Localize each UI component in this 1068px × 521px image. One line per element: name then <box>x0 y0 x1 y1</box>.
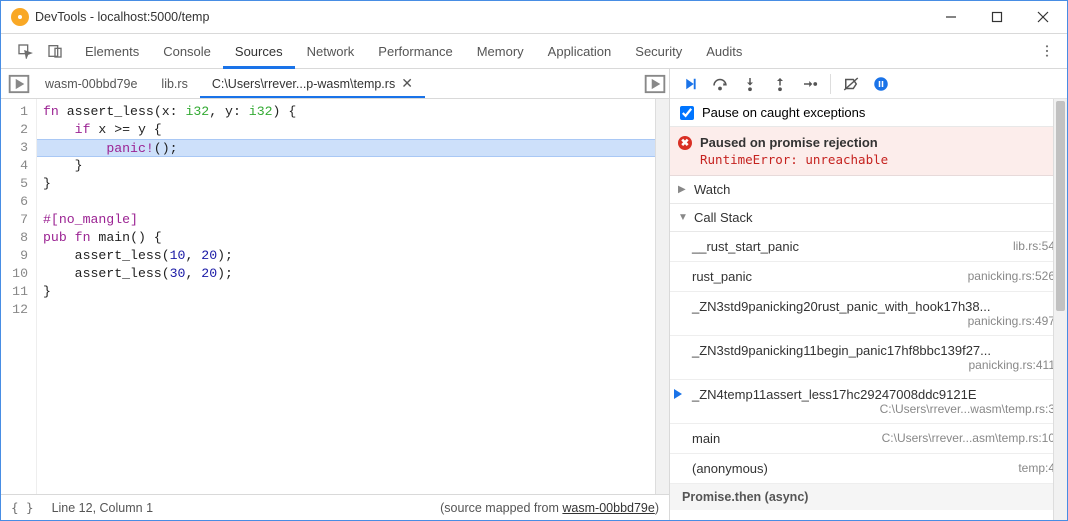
code-line[interactable]: } <box>43 175 655 193</box>
source-file-tabs: wasm-00bbd79e lib.rs C:\Users\rrever...p-w… <box>1 69 669 99</box>
error-icon: ✖ <box>678 136 692 150</box>
code-line[interactable]: #[no_mangle] <box>43 211 655 229</box>
frame-location: panicking.rs:526 <box>960 269 1055 283</box>
code-line[interactable]: } <box>43 157 655 175</box>
tab-console[interactable]: Console <box>151 33 223 69</box>
tab-sources[interactable]: Sources <box>223 33 295 69</box>
frame-function: (anonymous) <box>692 461 960 476</box>
callstack-label: Call Stack <box>694 210 753 225</box>
navigator-toggle-icon[interactable] <box>5 70 33 98</box>
code-line[interactable]: if x >= y { <box>43 121 655 139</box>
code-line[interactable]: panic!(); <box>37 139 665 157</box>
code-line[interactable]: assert_less(10, 20); <box>43 247 655 265</box>
deactivate-breakpoints-button[interactable] <box>837 70 865 98</box>
source-tab[interactable]: C:\Users\rrever...p-wasm\temp.rs ✕ <box>200 69 425 98</box>
frame-function: main <box>692 431 882 446</box>
chevron-down-icon: ▼ <box>678 212 690 223</box>
step-into-button[interactable] <box>736 70 764 98</box>
source-tab-label: lib.rs <box>161 77 187 91</box>
frame-location: lib.rs:54 <box>960 239 1055 253</box>
step-over-button[interactable] <box>706 70 734 98</box>
step-out-button[interactable] <box>766 70 794 98</box>
call-stack-frame[interactable]: (anonymous)temp:4 <box>670 454 1067 484</box>
source-tab[interactable]: wasm-00bbd79e <box>33 69 149 98</box>
frame-function: __rust_start_panic <box>692 239 960 254</box>
chevron-right-icon: ▶ <box>678 184 690 195</box>
frame-function: _ZN3std9panicking20rust_panic_with_hook1… <box>692 299 996 314</box>
source-map-label: (source mapped from wasm-00bbd79e) <box>440 501 659 515</box>
device-toggle-icon[interactable] <box>41 37 69 65</box>
call-stack-frame[interactable]: _ZN3std9panicking11begin_panic17hf8bbc13… <box>670 336 1067 380</box>
pretty-print-icon[interactable]: { } <box>11 500 34 515</box>
tab-security[interactable]: Security <box>623 33 694 69</box>
async-separator: Promise.then (async) <box>670 484 1067 510</box>
code-line[interactable]: assert_less(30, 20); <box>43 265 655 283</box>
call-stack-frame[interactable]: _ZN3std9panicking20rust_panic_with_hook1… <box>670 292 1067 336</box>
frame-function: _ZN3std9panicking11begin_panic17hf8bbc13… <box>692 343 997 358</box>
devtools-tabs: ElementsConsoleSourcesNetworkPerformance… <box>1 33 1067 69</box>
more-icon[interactable] <box>1033 37 1061 65</box>
code-line[interactable]: } <box>43 283 655 301</box>
frame-function: rust_panic <box>692 269 960 284</box>
frame-location: temp:4 <box>960 461 1055 475</box>
code-line[interactable]: pub fn main() { <box>43 229 655 247</box>
debugger-toolbar <box>670 69 1067 99</box>
source-tab[interactable]: lib.rs <box>149 69 199 98</box>
tab-elements[interactable]: Elements <box>73 33 151 69</box>
paused-message: RuntimeError: unreachable <box>700 152 1055 167</box>
frame-location: panicking.rs:497 <box>960 314 1055 328</box>
watch-label: Watch <box>694 182 730 197</box>
more-tabs-icon[interactable] <box>641 70 669 98</box>
pause-on-caught-checkbox[interactable] <box>680 106 694 120</box>
tab-network[interactable]: Network <box>295 33 367 69</box>
frame-location: panicking.rs:411 <box>960 358 1055 372</box>
window-minimize-button[interactable] <box>928 1 974 33</box>
source-map-link[interactable]: wasm-00bbd79e <box>562 501 654 515</box>
window-maximize-button[interactable] <box>974 1 1020 33</box>
callstack-section-header[interactable]: ▼ Call Stack <box>670 204 1067 232</box>
call-stack-frame[interactable]: mainC:\Users\rrever...asm\temp.rs:10 <box>670 424 1067 454</box>
source-tab-label: C:\Users\rrever...p-wasm\temp.rs <box>212 77 395 91</box>
frame-location: C:\Users\rrever...asm\temp.rs:10 <box>882 431 1055 445</box>
frame-location: C:\Users\rrever...wasm\temp.rs:3 <box>880 402 1055 416</box>
call-stack-frame[interactable]: rust_panicpanicking.rs:526 <box>670 262 1067 292</box>
window-titlebar: DevTools - localhost:5000/temp <box>1 1 1067 33</box>
resume-button[interactable] <box>676 70 704 98</box>
window-title: DevTools - localhost:5000/temp <box>35 10 209 24</box>
pause-on-caught-row: Pause on caught exceptions <box>670 99 1067 127</box>
frame-function: _ZN4temp11assert_less17hc29247008ddc9121… <box>692 387 983 402</box>
step-button[interactable] <box>796 70 824 98</box>
paused-title: Paused on promise rejection <box>700 135 1055 150</box>
code-line[interactable] <box>43 301 655 319</box>
call-stack-frame[interactable]: __rust_start_paniclib.rs:54 <box>670 232 1067 262</box>
code-line[interactable] <box>43 193 655 211</box>
window-close-button[interactable] <box>1020 1 1066 33</box>
editor-statusbar: { } Line 12, Column 1 (source mapped fro… <box>1 494 669 520</box>
paused-banner: ✖ Paused on promise rejection RuntimeErr… <box>670 127 1067 176</box>
editor-scrollbar[interactable] <box>655 99 669 494</box>
tab-application[interactable]: Application <box>536 33 624 69</box>
tab-audits[interactable]: Audits <box>694 33 754 69</box>
watch-section-header[interactable]: ▶ Watch <box>670 176 1067 204</box>
pause-on-caught-label: Pause on caught exceptions <box>702 105 865 120</box>
call-stack-list: __rust_start_paniclib.rs:54rust_panicpan… <box>670 232 1067 520</box>
devtools-icon <box>11 8 29 26</box>
code-line[interactable]: fn assert_less(x: i32, y: i32) { <box>43 103 655 121</box>
call-stack-frame[interactable]: _ZN4temp11assert_less17hc29247008ddc9121… <box>670 380 1067 424</box>
tab-memory[interactable]: Memory <box>465 33 536 69</box>
source-tab-label: wasm-00bbd79e <box>45 77 137 91</box>
inspect-element-icon[interactable] <box>11 37 39 65</box>
source-editor[interactable]: 123456789101112 fn assert_less(x: i32, y… <box>1 99 669 494</box>
tab-performance[interactable]: Performance <box>366 33 464 69</box>
debugger-scrollbar[interactable] <box>1053 99 1067 520</box>
pause-on-exceptions-button[interactable] <box>867 70 895 98</box>
cursor-position: Line 12, Column 1 <box>52 501 153 515</box>
close-icon[interactable]: ✕ <box>401 75 413 92</box>
